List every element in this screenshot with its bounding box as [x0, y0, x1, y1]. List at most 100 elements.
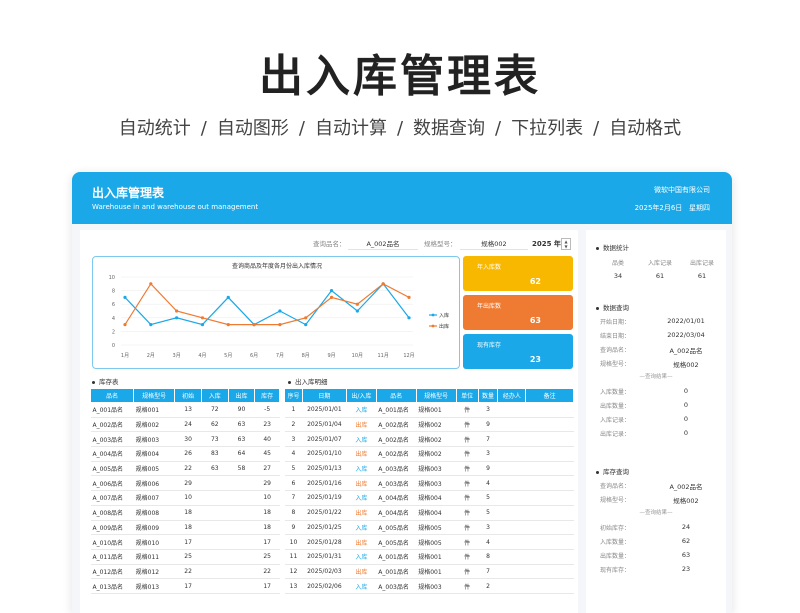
- table-cell: 规格005: [416, 520, 457, 536]
- column-header[interactable]: 备注: [525, 388, 574, 403]
- x-tick-label: 9月: [327, 353, 335, 359]
- inventory-table: 品名 规格型号 初始 入库 出库 库存 A_001品名 规格001 13 72 90 -5 A_002…: [89, 388, 280, 594]
- column-header[interactable]: 规格型号: [133, 388, 176, 403]
- detail-table: 序号 日期 出/入库 品名 规格型号 单位 数量 经办人 备注 1 2025/01/01 入库 A_0…: [284, 388, 574, 594]
- table-cell: 2025/01/19: [302, 490, 347, 506]
- table-row[interactable]: 5 2025/01/13 入库 A_003品名 规格003 件 9: [284, 461, 574, 477]
- card-subtitle: Warehouse in and warehouse out managemen…: [92, 203, 259, 211]
- table-row[interactable]: A_002品名 规格002 24 62 63 23: [90, 417, 280, 433]
- column-header[interactable]: 入库: [200, 388, 229, 403]
- table-cell: 2025/01/13: [302, 461, 347, 477]
- data-point: [149, 282, 153, 286]
- table-row[interactable]: 10 2025/01/28 出库 A_005品名 规格005 件 4: [284, 534, 574, 550]
- stock-field-value[interactable]: A_002品名: [656, 481, 716, 491]
- query-result-label: 出库数量：: [600, 403, 631, 410]
- table-row[interactable]: A_007品名 规格007 10 10: [90, 490, 280, 506]
- table-cell: 17: [174, 578, 202, 594]
- table-cell: 件: [456, 431, 479, 448]
- column-header[interactable]: 初始: [174, 388, 202, 403]
- table-cell: [228, 505, 255, 521]
- table-cell: A_008品名: [90, 505, 134, 521]
- table-cell: 3: [478, 520, 498, 536]
- stats-section-title: 数据统计: [596, 242, 629, 252]
- name-filter-select[interactable]: A_002品名: [348, 238, 418, 250]
- table-row[interactable]: A_013品名 规格013 17 17: [90, 578, 280, 594]
- table-row[interactable]: 12 2025/02/03 出库 A_001品名 规格001 件 7: [284, 564, 574, 580]
- table-row[interactable]: 9 2025/01/25 入库 A_005品名 规格005 件 3: [284, 520, 574, 536]
- column-header[interactable]: 库存: [254, 388, 280, 403]
- table-row[interactable]: A_003品名 规格003 30 73 63 40: [90, 431, 280, 448]
- table-cell: 件: [456, 475, 479, 492]
- table-cell: A_002品名: [376, 417, 417, 433]
- table-cell: A_006品名: [90, 475, 134, 492]
- stock-result-value: 63: [681, 551, 691, 559]
- table-cell: [497, 564, 526, 580]
- table-cell: 规格004: [416, 505, 457, 521]
- column-header[interactable]: 出/入库: [345, 388, 377, 403]
- column-header[interactable]: 序号: [284, 388, 303, 403]
- table-row[interactable]: 13 2025/02/06 入库 A_003品名 规格003 件 2: [284, 578, 574, 594]
- table-cell: 9: [478, 461, 498, 477]
- year-value[interactable]: 2025 年: [532, 238, 561, 250]
- data-point: [329, 289, 334, 293]
- column-header[interactable]: 单位: [455, 388, 479, 403]
- table-row[interactable]: A_012品名 规格012 22 22: [90, 564, 280, 580]
- table-cell: [497, 534, 526, 550]
- column-header[interactable]: 经办人: [497, 388, 527, 403]
- model-filter-select[interactable]: 规格002: [460, 238, 528, 250]
- kpi-current-stock: 现有库存 23: [463, 334, 573, 369]
- table-row[interactable]: A_009品名 规格009 18 18: [90, 520, 280, 536]
- query-field-value[interactable]: 2022/01/01: [656, 317, 716, 325]
- data-point: [175, 316, 179, 320]
- spin-down-icon[interactable]: ▼: [562, 244, 570, 249]
- current-date: 2025年2月6日 星期四: [634, 204, 710, 212]
- table-row[interactable]: A_006品名 规格006 29 29: [90, 475, 280, 492]
- table-cell: 64: [228, 446, 255, 462]
- table-cell: 2025/01/16: [302, 475, 347, 492]
- table-cell: [228, 534, 255, 550]
- table-row[interactable]: A_001品名 规格001 13 72 90 -5: [90, 402, 280, 418]
- query-result-value: 0: [683, 387, 689, 395]
- table-cell: 7: [284, 490, 303, 506]
- x-tick-label: 4月: [198, 353, 206, 359]
- stock-result-label: 出库数量：: [600, 553, 631, 560]
- column-header[interactable]: 出库: [227, 388, 256, 403]
- column-header[interactable]: 品名: [375, 388, 417, 403]
- table-cell: [497, 505, 526, 521]
- table-row[interactable]: 3 2025/01/07 入库 A_002品名 规格002 件 7: [284, 431, 574, 448]
- table-row[interactable]: 11 2025/01/31 入库 A_001品名 规格001 件 8: [284, 549, 574, 565]
- table-cell: 25: [254, 549, 280, 565]
- query-field-value[interactable]: A_002品名: [656, 345, 716, 355]
- table-cell: 件: [456, 417, 479, 433]
- stats-value: 61: [697, 272, 707, 280]
- table-cell: 规格002: [416, 446, 457, 462]
- table-row[interactable]: 2 2025/01/04 出库 A_002品名 规格002 件 9: [284, 417, 574, 433]
- table-row[interactable]: A_004品名 规格004 26 83 64 45: [90, 446, 280, 462]
- table-row[interactable]: 8 2025/01/22 出库 A_004品名 规格004 件 5: [284, 505, 574, 521]
- table-cell: A_003品名: [376, 475, 417, 492]
- table-row[interactable]: 7 2025/01/19 入库 A_004品名 规格004 件 5: [284, 490, 574, 506]
- table-cell: A_002品名: [90, 417, 134, 433]
- table-cell: 件: [456, 564, 479, 580]
- table-row[interactable]: A_010品名 规格010 17 17: [90, 534, 280, 550]
- query-field-value[interactable]: 2022/03/04: [656, 331, 716, 339]
- table-cell: A_001品名: [90, 402, 134, 418]
- year-spinner[interactable]: ▲ ▼: [561, 238, 571, 250]
- table-cell: [497, 549, 526, 565]
- table-row[interactable]: 1 2025/01/01 入库 A_001品名 规格001 件 3: [284, 402, 574, 418]
- table-row[interactable]: A_005品名 规格005 22 63 58 27: [90, 461, 280, 477]
- table-cell: A_004品名: [376, 505, 417, 521]
- stock-field-value[interactable]: 规格002: [656, 495, 716, 505]
- column-header[interactable]: 品名: [89, 388, 135, 403]
- column-header[interactable]: 规格型号: [415, 388, 457, 403]
- table-row[interactable]: A_011品名 规格011 25 25: [90, 549, 280, 565]
- inventory-section-title: 库存表: [92, 376, 119, 386]
- table-cell: 2: [478, 578, 498, 594]
- x-tick-label: 11月: [377, 353, 388, 359]
- table-row[interactable]: 6 2025/01/16 出库 A_003品名 规格003 件 4: [284, 475, 574, 492]
- column-header[interactable]: 日期: [301, 388, 347, 403]
- column-header[interactable]: 数量: [477, 388, 499, 403]
- table-row[interactable]: 4 2025/01/10 出库 A_002品名 规格002 件 3: [284, 446, 574, 462]
- table-row[interactable]: A_008品名 规格008 18 18: [90, 505, 280, 521]
- query-field-value[interactable]: 规格002: [656, 359, 716, 369]
